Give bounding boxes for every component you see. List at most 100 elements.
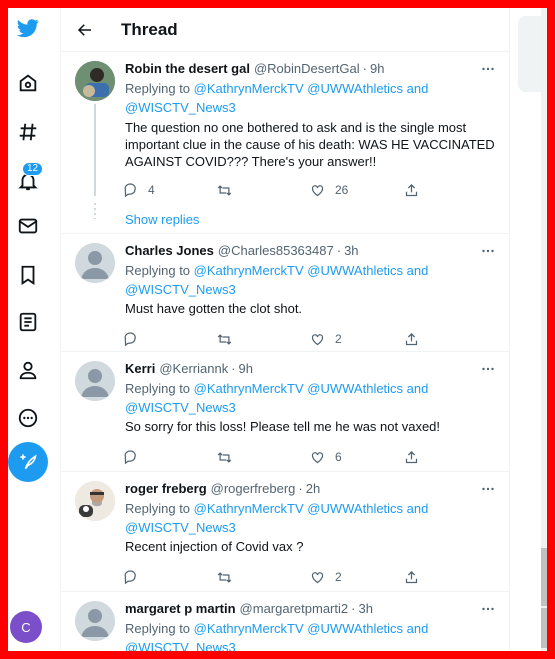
avatar[interactable] [75, 361, 115, 401]
like-button[interactable]: 2 [310, 332, 404, 347]
mention-link[interactable]: @WISCTV_News3 [125, 282, 236, 297]
more-options-button[interactable] [475, 598, 501, 620]
scrollbar-thumb[interactable] [541, 548, 547, 606]
display-name[interactable]: Kerri [125, 361, 155, 376]
tweet-text: So sorry for this loss! Please tell me h… [125, 419, 441, 434]
ellipsis-icon [482, 367, 494, 371]
share-button[interactable] [404, 183, 498, 198]
tweet-card[interactable]: roger freberg @rogerfreberg · 2h Replyin… [61, 472, 509, 592]
share-button[interactable] [404, 570, 498, 585]
user-handle[interactable]: @RobinDesertGal [254, 61, 360, 76]
heart-icon [311, 571, 324, 583]
tweet-card[interactable]: margaret p martin @margaretpmarti2 · 3h … [61, 592, 509, 651]
separator: · [231, 361, 236, 376]
more-options-button[interactable] [475, 478, 501, 500]
more-circle-icon [18, 408, 38, 428]
avatar[interactable] [75, 601, 115, 641]
reply-icon [124, 182, 136, 197]
retweet-icon [217, 333, 231, 345]
tweet-card[interactable]: Kerri @Kerriannk · 9h Replying to @Kathr… [61, 352, 509, 472]
replying-label: Replying to [125, 621, 191, 636]
nav-notifications[interactable]: 12 [8, 161, 48, 201]
retweet-button[interactable] [217, 450, 311, 465]
separator: · [298, 481, 303, 496]
timestamp[interactable]: 9h [239, 361, 253, 376]
nav-profile[interactable] [8, 350, 48, 390]
mentions-link[interactable]: @KathrynMerckTV @UWWAthletics and [194, 621, 429, 636]
nav-lists[interactable] [8, 302, 48, 342]
user-handle[interactable]: @rogerfreberg [211, 481, 296, 496]
compose-tweet-button[interactable] [8, 442, 48, 482]
nav-more[interactable] [8, 398, 48, 438]
separator: · [351, 601, 356, 616]
nav-home[interactable] [8, 63, 48, 103]
mentions-link[interactable]: @KathrynMerckTV @UWWAthletics and [194, 501, 429, 516]
ellipsis-icon [482, 487, 494, 491]
more-options-button[interactable] [475, 58, 501, 80]
back-button[interactable] [65, 12, 105, 48]
thread-column: Thread Robin the desert gal @RobinDesert… [60, 8, 510, 651]
right-sidebar [518, 8, 547, 651]
reply-button[interactable]: 4 [123, 182, 217, 198]
tweet-text: Recent injection of Covid vax ? [125, 539, 304, 554]
twitter-logo-icon[interactable] [8, 8, 48, 48]
reply-button[interactable] [123, 449, 217, 465]
nav-messages[interactable] [8, 206, 48, 246]
mention-link[interactable]: @WISCTV_News3 [125, 520, 236, 535]
replying-label: Replying to [125, 501, 191, 516]
user-handle[interactable]: @margaretpmarti2 [240, 601, 349, 616]
retweet-button[interactable] [217, 570, 311, 585]
mentions-link[interactable]: @KathrynMerckTV @UWWAthletics and [194, 381, 429, 396]
mentions-link[interactable]: @KathrynMerckTV @UWWAthletics and [194, 81, 429, 96]
display-name[interactable]: margaret p martin [125, 601, 236, 616]
account-avatar[interactable]: C [10, 611, 42, 643]
scrollbar-thumb-lower[interactable] [541, 608, 547, 648]
display-name[interactable]: roger freberg [125, 481, 207, 496]
share-icon [405, 570, 417, 583]
like-count: 26 [335, 183, 349, 197]
timestamp[interactable]: 2h [306, 481, 320, 496]
avatar-photo [75, 481, 115, 521]
reply-button[interactable] [123, 569, 217, 585]
like-button[interactable]: 26 [310, 183, 404, 198]
share-button[interactable] [404, 332, 498, 347]
default-avatar-icon [75, 361, 115, 401]
mention-link[interactable]: @WISCTV_News3 [125, 400, 236, 415]
replying-to: Replying to @KathrynMerckTV @UWWAthletic… [125, 619, 497, 651]
reply-count: 4 [148, 183, 155, 197]
timestamp[interactable]: 9h [370, 61, 384, 76]
tweet-card[interactable]: Charles Jones @Charles85363487 · 3h Repl… [61, 234, 509, 352]
timestamp[interactable]: 3h [358, 601, 372, 616]
user-handle[interactable]: @Charles85363487 [218, 243, 334, 258]
replying-label: Replying to [125, 263, 191, 278]
avatar[interactable] [75, 481, 115, 521]
more-options-button[interactable] [475, 240, 501, 262]
reply-button[interactable] [123, 331, 217, 347]
like-button[interactable]: 6 [310, 450, 404, 465]
tweet-card[interactable]: Robin the desert gal @RobinDesertGal · 9… [61, 52, 509, 234]
avatar[interactable] [75, 61, 115, 101]
display-name[interactable]: Charles Jones [125, 243, 214, 258]
reply-icon [124, 569, 136, 584]
avatar[interactable] [75, 243, 115, 283]
user-handle[interactable]: @Kerriannk [159, 361, 228, 376]
like-button[interactable]: 2 [310, 570, 404, 585]
default-avatar-icon [75, 243, 115, 283]
share-icon [405, 332, 417, 345]
home-icon [19, 74, 37, 92]
nav-bookmarks[interactable] [8, 255, 48, 295]
mail-icon [18, 218, 38, 234]
notification-badge: 12 [22, 162, 44, 176]
nav-explore[interactable] [8, 112, 48, 152]
display-name[interactable]: Robin the desert gal [125, 61, 250, 76]
more-options-button[interactable] [475, 358, 501, 380]
retweet-button[interactable] [217, 332, 311, 347]
mentions-link[interactable]: @KathrynMerckTV @UWWAthletics and [194, 263, 429, 278]
separator: · [362, 61, 367, 76]
like-count: 2 [335, 570, 342, 584]
mention-link[interactable]: @WISCTV_News3 [125, 100, 236, 115]
mention-link[interactable]: @WISCTV_News3 [125, 640, 236, 651]
share-button[interactable] [404, 450, 498, 465]
retweet-button[interactable] [217, 183, 311, 198]
timestamp[interactable]: 3h [344, 243, 358, 258]
